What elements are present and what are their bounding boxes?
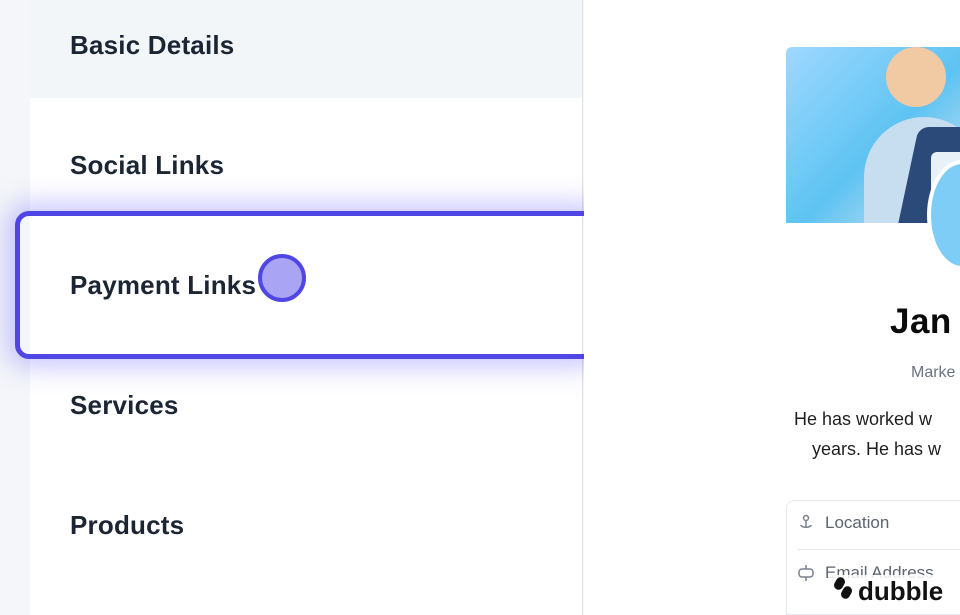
left-gutter — [0, 0, 30, 615]
sidebar-item-payment-links[interactable]: Payment Links — [30, 233, 582, 338]
sidebar-item-label: Basic Details — [70, 30, 235, 60]
location-pin-icon — [797, 514, 815, 532]
info-row-location[interactable]: Location — [797, 513, 889, 533]
profile-role: Marke — [911, 364, 956, 381]
mailbox-icon — [797, 564, 815, 582]
info-label: Location — [825, 513, 890, 532]
sidebar-item-basic-details[interactable]: Basic Details — [30, 0, 582, 98]
sidebar: Basic Details Social Links Payment Links… — [30, 0, 583, 615]
screen: Basic Details Social Links Payment Links… — [0, 0, 960, 615]
sidebar-item-label: Services — [70, 390, 179, 420]
sidebar-item-social-links[interactable]: Social Links — [30, 113, 582, 218]
profile-bio-line-2: years. He has w — [812, 439, 942, 459]
sidebar-item-label: Products — [70, 510, 185, 540]
divider — [797, 549, 960, 550]
profile-name: Jan — [890, 302, 952, 341]
sidebar-item-label: Social Links — [70, 150, 225, 180]
sidebar-item-products[interactable]: Products — [30, 473, 582, 578]
dubble-logo-icon — [832, 575, 854, 608]
brand-label: dubble — [858, 576, 944, 606]
dubble-watermark: dubble — [828, 575, 948, 608]
profile-bio-line-1: He has worked w — [794, 409, 933, 429]
sidebar-item-services[interactable]: Services — [30, 353, 582, 458]
sidebar-item-label: Payment Links — [70, 270, 257, 300]
